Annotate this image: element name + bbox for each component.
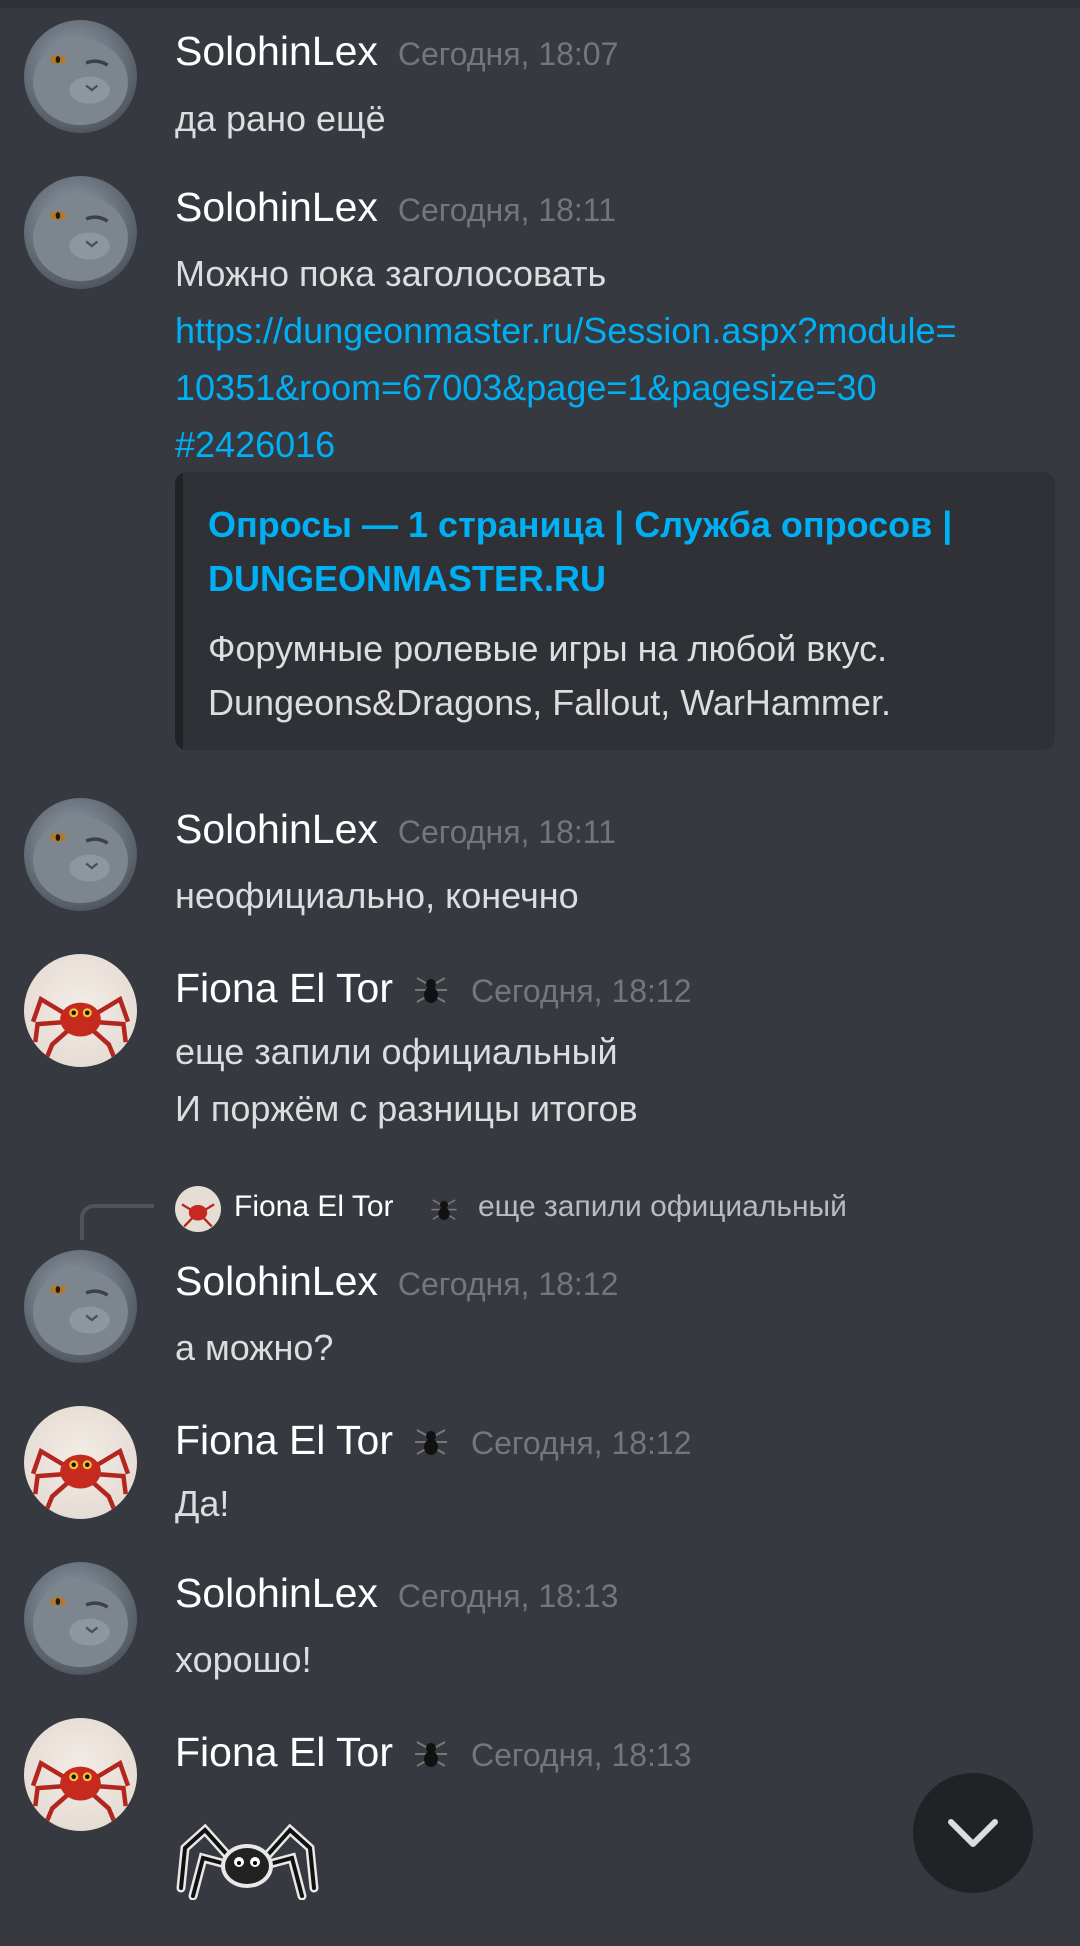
- avatar[interactable]: [24, 1718, 137, 1831]
- message-text: еще запили официальный: [175, 1031, 618, 1072]
- avatar[interactable]: [24, 1406, 137, 1519]
- avatar[interactable]: [24, 954, 137, 1067]
- message-text: а можно?: [175, 1327, 334, 1368]
- message-author[interactable]: Fiona El Tor: [175, 1417, 393, 1464]
- top-bar: [0, 0, 1080, 8]
- message-timestamp: Сегодня, 18:13: [471, 1737, 692, 1773]
- embed-title-line[interactable]: Опросы — 1 страница | Служба опросов |: [208, 498, 1028, 552]
- avatar[interactable]: [24, 798, 137, 911]
- message-text: Да!: [175, 1483, 230, 1524]
- message-link[interactable]: https://dungeonmaster.ru/Session.aspx?mo…: [175, 302, 957, 360]
- avatar[interactable]: [24, 1250, 137, 1363]
- embed-title[interactable]: Опросы — 1 страница | Служба опросов | D…: [208, 498, 1028, 606]
- spider-sticker[interactable]: [175, 1818, 320, 1901]
- message-author[interactable]: Fiona El Tor: [175, 1729, 393, 1776]
- embed-description: Форумные ролевые игры на любой вкус. Dun…: [208, 622, 1038, 730]
- scroll-to-bottom-button[interactable]: [913, 1773, 1033, 1893]
- message-text: да рано ещё: [175, 98, 386, 139]
- message-timestamp: Сегодня, 18:12: [471, 1425, 692, 1461]
- message-timestamp: Сегодня, 18:12: [471, 973, 692, 1009]
- link-embed: Опросы — 1 страница | Служба опросов | D…: [175, 472, 1055, 750]
- message-link[interactable]: 10351&room=67003&page=1&pagesize=30: [175, 359, 877, 417]
- message-text: хорошо!: [175, 1639, 312, 1680]
- avatar[interactable]: [24, 20, 137, 133]
- embed-description-line: Dungeons&Dragons, Fallout, WarHammer.: [208, 682, 891, 723]
- spider-badge-icon: [411, 1732, 451, 1772]
- spider-badge-icon: [411, 968, 451, 1008]
- message-link[interactable]: #2426016: [175, 416, 335, 474]
- message-author[interactable]: SolohinLex: [175, 28, 378, 75]
- message-timestamp: Сегодня, 18:07: [397, 36, 619, 72]
- embed-title-line[interactable]: DUNGEONMASTER.RU: [208, 552, 1028, 606]
- reply-reference[interactable]: Fiona El Tor еще запили официальный: [0, 1180, 1080, 1240]
- message-timestamp: Сегодня, 18:12: [397, 1266, 619, 1302]
- embed-description-line: Форумные ролевые игры на любой вкус.: [208, 628, 888, 669]
- message-author[interactable]: SolohinLex: [175, 806, 378, 853]
- message-author[interactable]: Fiona El Tor: [175, 965, 393, 1012]
- embed-accent-bar: [175, 472, 183, 750]
- message-author[interactable]: SolohinLex: [175, 1258, 378, 1305]
- reply-author[interactable]: Fiona El Tor: [234, 1190, 394, 1224]
- message-text: неофициально, конечно: [175, 875, 579, 916]
- avatar[interactable]: [24, 1562, 137, 1675]
- reply-avatar: [175, 1186, 221, 1232]
- message-text: И поржём с разницы итогов: [175, 1088, 638, 1129]
- message-author[interactable]: SolohinLex: [175, 184, 378, 231]
- message-author[interactable]: SolohinLex: [175, 1570, 378, 1617]
- spider-badge-icon: [411, 1420, 451, 1460]
- message-text: Можно пока заголосовать: [175, 253, 607, 294]
- message-timestamp: Сегодня, 18:13: [397, 1578, 619, 1614]
- message-timestamp: Сегодня, 18:11: [397, 814, 617, 850]
- message-timestamp: Сегодня, 18:11: [397, 192, 617, 228]
- chevron-down-icon: [948, 1819, 998, 1847]
- reply-text[interactable]: еще запили официальный: [478, 1190, 847, 1224]
- reply-connector: [80, 1204, 154, 1240]
- avatar[interactable]: [24, 176, 137, 289]
- spider-badge-icon: [428, 1192, 460, 1224]
